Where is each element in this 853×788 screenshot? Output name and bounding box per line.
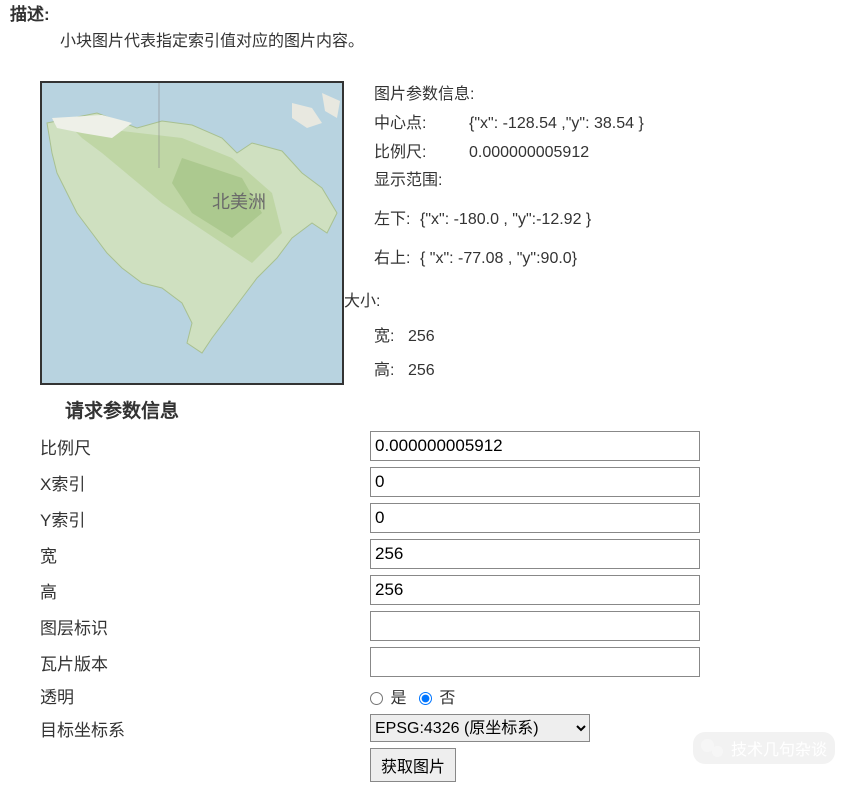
form-width-input[interactable] (370, 539, 700, 569)
tr-label: 右上: (374, 245, 420, 274)
scale-value: 0.000000005912 (469, 139, 589, 168)
center-value: {"x": -128.54 ,"y": 38.54 } (469, 110, 644, 139)
form-scale-label: 比例尺 (40, 434, 370, 459)
params-header: 图片参数信息: (374, 81, 644, 110)
width-value: 256 (408, 323, 435, 352)
form-xindex-label: X索引 (40, 470, 370, 495)
extent-label: 显示范围: (374, 167, 644, 196)
tr-value: { "x": -77.08 , "y":90.0} (420, 245, 577, 274)
request-params-header: 请求参数信息 (65, 396, 843, 423)
size-label: 大小: (344, 288, 644, 317)
form-transparent-label: 透明 (40, 683, 370, 708)
transparent-yes-radio[interactable] (370, 692, 383, 705)
form-xindex-input[interactable] (370, 467, 700, 497)
description-text: 小块图片代表指定索引值对应的图片内容。 (60, 27, 843, 51)
form-yindex-input[interactable] (370, 503, 700, 533)
image-params-info: 图片参数信息: 中心点: {"x": -128.54 ,"y": 38.54 }… (374, 81, 644, 386)
map-label: 北美洲 (212, 188, 266, 214)
bl-label: 左下: (374, 206, 420, 235)
bl-value: {"x": -180.0 , "y":-12.92 } (420, 206, 591, 235)
transparent-no-radio[interactable] (419, 692, 432, 705)
form-tile-input[interactable] (370, 647, 700, 677)
form-scale-input[interactable] (370, 431, 700, 461)
form-layer-label: 图层标识 (40, 614, 370, 639)
height-label: 高: (374, 357, 408, 386)
form-height-input[interactable] (370, 575, 700, 605)
form-tile-label: 瓦片版本 (40, 650, 370, 675)
form-width-label: 宽 (40, 542, 370, 567)
watermark-text: 技术几句杂谈 (731, 736, 827, 760)
map-svg (42, 83, 342, 383)
watermark: 技术几句杂谈 (693, 732, 835, 764)
center-label: 中心点: (374, 110, 469, 139)
scale-label: 比例尺: (374, 139, 469, 168)
transparent-yes-label: 是 (390, 690, 406, 707)
form-layer-input[interactable] (370, 611, 700, 641)
map-tile-preview: 北美洲 (40, 81, 344, 385)
description-title: 描述: (10, 0, 843, 25)
form-crs-select[interactable]: EPSG:4326 (原坐标系) (370, 714, 590, 742)
submit-button[interactable]: 获取图片 (370, 748, 456, 782)
width-label: 宽: (374, 323, 408, 352)
form-height-label: 高 (40, 578, 370, 603)
form-crs-label: 目标坐标系 (40, 716, 370, 741)
wechat-icon (701, 737, 723, 759)
height-value: 256 (408, 357, 435, 386)
form-yindex-label: Y索引 (40, 506, 370, 531)
transparent-no-label: 否 (439, 690, 455, 707)
